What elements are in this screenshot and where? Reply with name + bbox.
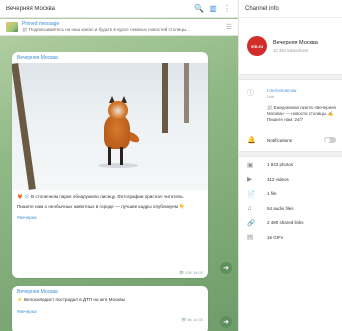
notifications-toggle[interactable] [324,137,336,144]
message-bubble[interactable]: Вечерняя Москва ⚡️ Велосипедист пострада… [12,286,208,331]
info-title: Channel info [245,5,279,12]
media-stat-label: 16 GIFs [267,234,284,240]
fox-leg [108,147,111,165]
channel-profile: vm.ru Вечерняя Москва 12 345 subscribers [239,18,342,74]
media-stat-row[interactable]: 🔗 2 480 shared links [239,215,342,230]
photo-icon: ▣ [247,161,254,169]
link-icon: 🔗 [247,219,256,227]
pinned-list-icon[interactable]: ☰ [226,23,232,31]
message-text: ⚡️ Велосипедист пострадал в ДТП на юге М… [12,297,208,304]
chat-pane: Вечерняя Москва 🔍 ▥ ⋮ Pinned message 📰 П… [0,0,238,331]
pinned-message-bar[interactable]: Pinned message 📰 Подписывайтесь на наш к… [0,19,238,36]
search-icon[interactable]: 🔍 [194,4,204,14]
media-stat-label: 1 file [267,191,277,197]
sidebar-toggle-icon[interactable]: ▥ [208,4,218,14]
message-paragraph: Пишите нам о необычных животных в городе… [17,203,185,209]
info-icon: ⓘ [247,90,254,97]
chat-header: Вечерняя Москва 🔍 ▥ ⋮ [0,0,238,18]
pinned-preview: 📰 Подписывайтесь на наш канал и будьте в… [22,27,190,32]
message-photo[interactable] [12,63,208,190]
media-stat-label: 54 audio files [267,205,294,211]
media-stat-row[interactable]: ♫ 54 audio files [239,201,342,216]
channel-profile-text: Вечерняя Москва 12 345 subscribers [273,40,318,53]
notifications-label: Notifications [267,137,293,143]
tree-trunk [12,63,36,190]
media-stat-label: 1 843 photos [267,162,294,168]
fox-shadow [98,163,138,168]
message-sender[interactable]: Вечерняя Москва [12,286,208,297]
media-stat-row[interactable]: ▤ 16 GIFs [239,230,342,245]
audio-icon: ♫ [247,204,252,212]
message-hashtag[interactable]: #вечерка [12,213,208,222]
media-stat-label: 312 videos [267,176,289,182]
gif-icon: ▤ [247,234,254,242]
message-meta: 👁 8К 14:30 [181,317,203,322]
media-stat-row[interactable]: ▣ 1 843 photos [239,157,342,172]
message-paragraph: 🦊 ❄️ В столичном парке обнаружили лисицу… [17,194,185,199]
fox-head [108,101,128,119]
pinned-text: Pinned message 📰 Подписывайтесь на наш к… [22,21,222,33]
channel-info-pane: Channel info vm.ru Вечерняя Москва 12 34… [238,0,342,331]
forward-button[interactable]: ➜ [220,262,232,274]
media-stat-row[interactable]: 📄 1 file [239,186,342,201]
channel-link[interactable]: t.me/vmoscow [267,88,336,93]
message-paragraph: ⚡️ Велосипедист пострадал в ДТП на юге М… [17,297,126,302]
video-icon: ▶ [247,176,252,184]
file-icon: 📄 [247,190,256,198]
media-stats-list: ▣ 1 843 photos ▶ 312 videos 📄 1 file ♫ 54 audio… [239,157,342,244]
chat-title[interactable]: Вечерняя Москва [6,6,190,12]
tree-trunk [162,63,168,133]
bell-icon: 🔔 [247,137,256,145]
more-icon[interactable]: ⋮ [222,4,232,14]
message-sender[interactable]: Вечерняя Москва [12,52,208,63]
fox-body [104,115,130,149]
channel-link-label: Link [267,94,275,99]
message-meta: 👁 12К 14:02 [178,270,203,275]
subscriber-count: 12 345 subscribers [273,47,309,53]
forward-button[interactable]: ➜ [220,316,232,328]
message-text: 🦊 ❄️ В столичном парке обнаружили лисицу… [12,190,208,210]
info-header: Channel info [239,0,342,18]
fox-leg [120,147,123,165]
message-hashtag[interactable]: #вечерка [12,307,208,316]
media-stat-row[interactable]: ▶ 312 videos [239,172,342,187]
channel-name: Вечерняя Москва [273,39,318,46]
channel-info-block: ⓘ t.me/vmoscow Link 📰 Ежедневная газета … [239,80,342,129]
channel-avatar[interactable]: vm.ru [247,36,267,56]
pinned-thumbnail [6,22,18,32]
channel-description: 📰 Ежедневная газета «Вечерняя Москва» — … [267,105,336,123]
message-bubble[interactable]: Вечерняя Москва 🦊 ❄️ В столичном парке о… [12,52,208,278]
tree-trunk [184,63,189,123]
notifications-row[interactable]: 🔔 Notifications [239,129,342,151]
media-stat-label: 2 480 shared links [267,220,304,226]
